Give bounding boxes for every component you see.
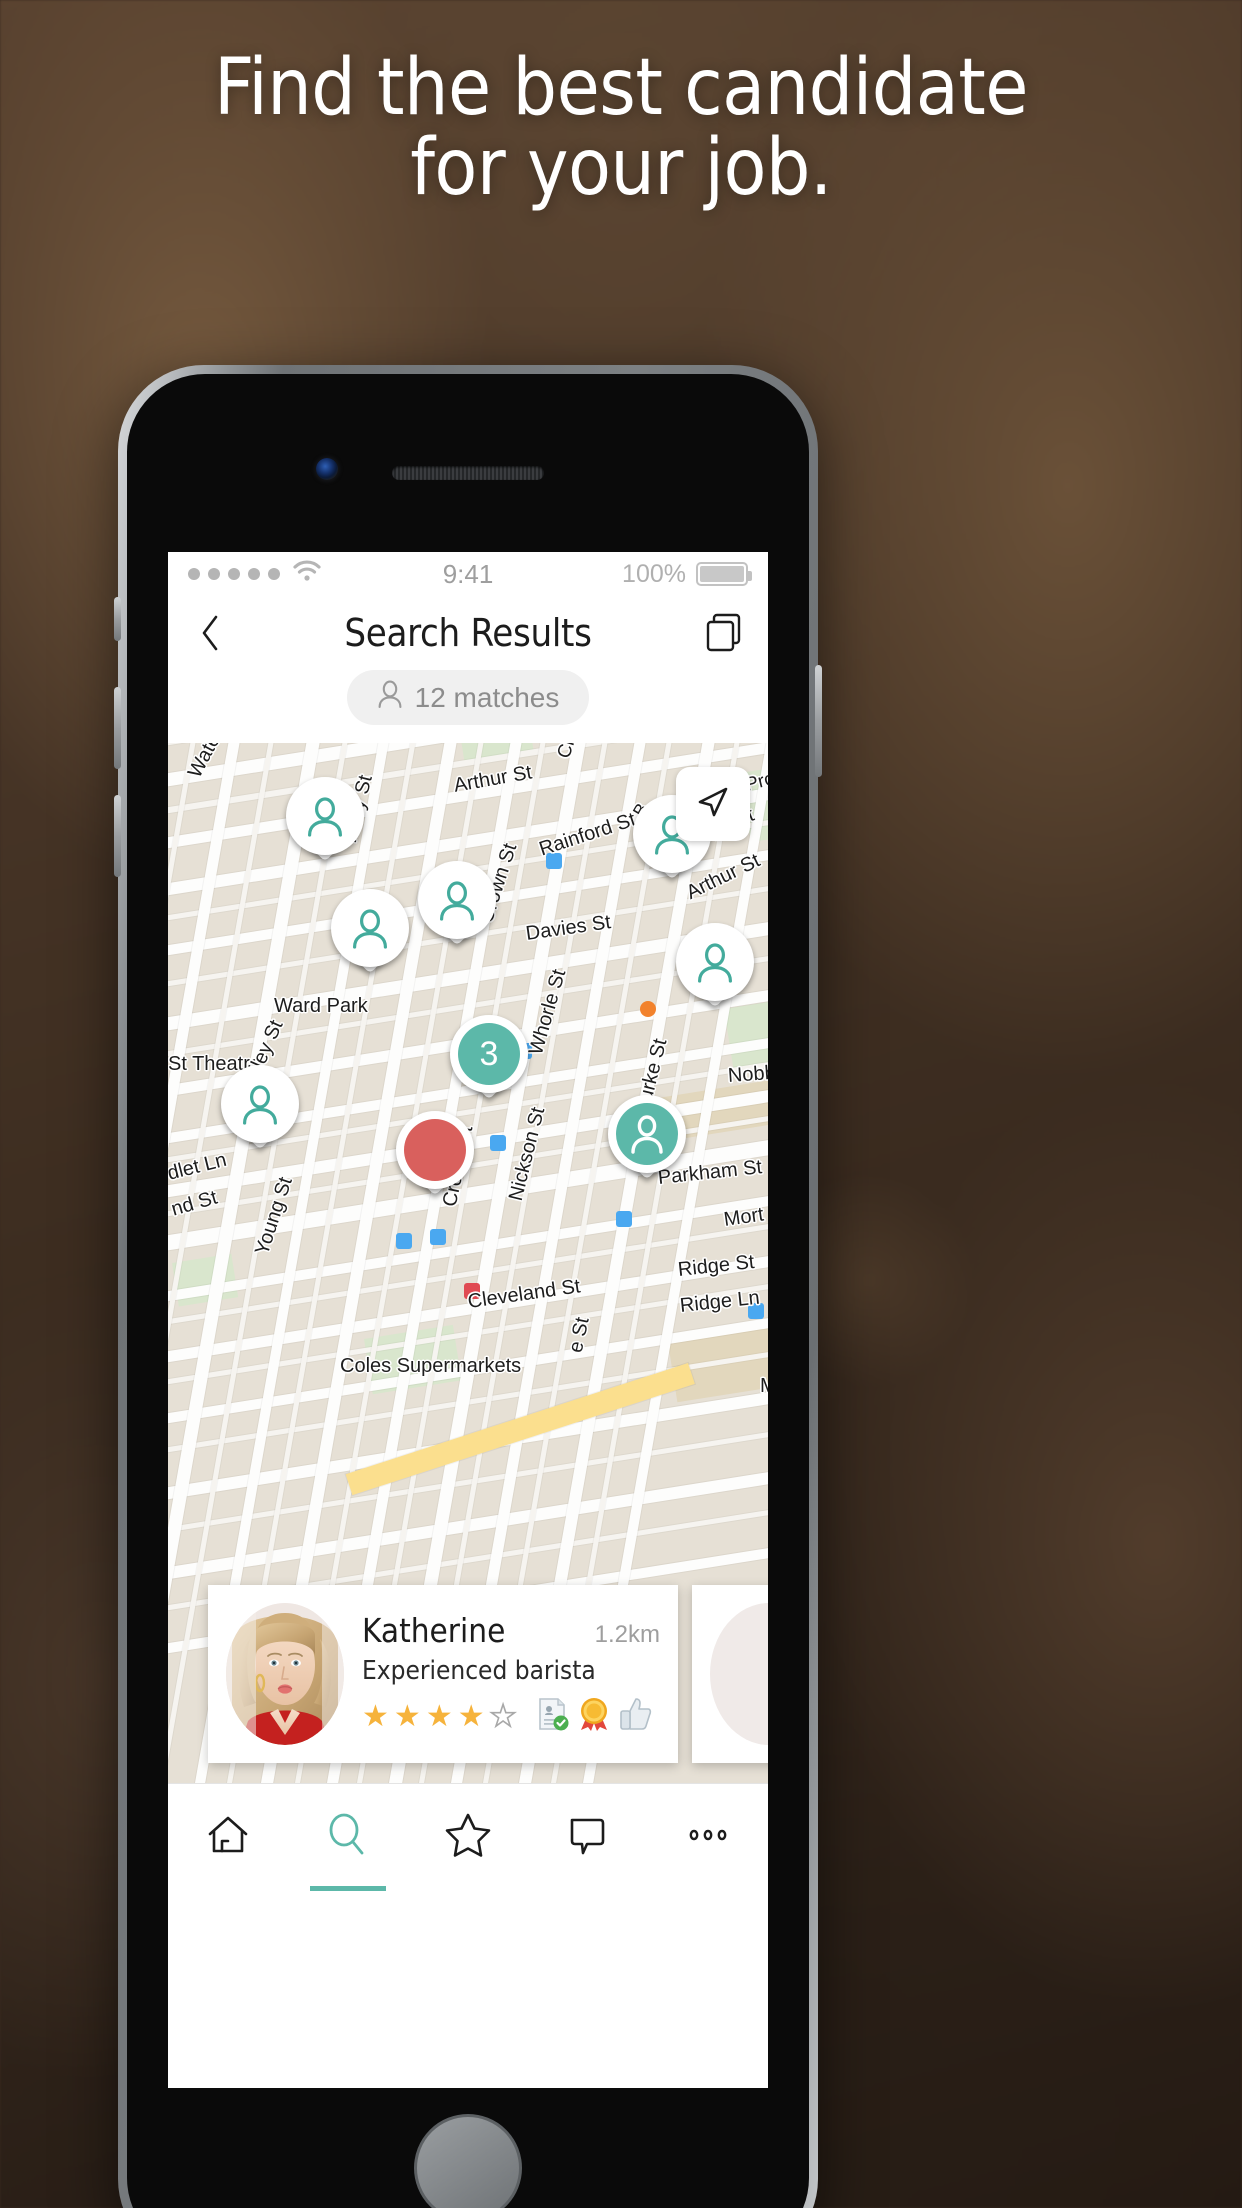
pin-bubble: [221, 1065, 299, 1143]
more-icon: [682, 1809, 734, 1866]
power-button[interactable]: [815, 665, 822, 777]
map-street-label: Nobbs: [727, 1060, 768, 1087]
tab-search[interactable]: [288, 1784, 408, 1891]
candidate-card-next[interactable]: [692, 1585, 768, 1763]
map-pin-selected[interactable]: [608, 1095, 686, 1187]
map-poi-marker[interactable]: [616, 1211, 632, 1227]
candidate-name: Katherine: [362, 1611, 506, 1650]
candidate-rating-row: ★ ★ ★ ★ ★: [362, 1696, 660, 1737]
pin-bubble: [418, 861, 496, 939]
page-title: Search Results: [344, 611, 592, 655]
silent-switch[interactable]: [114, 597, 121, 641]
matches-count-label: 12 matches: [414, 681, 560, 713]
avatar: [226, 1603, 344, 1745]
pin-bubble: [608, 1095, 686, 1173]
search-icon: [322, 1809, 374, 1866]
map-street-label: Ward Park: [274, 995, 368, 1017]
navigation-arrow-icon: [691, 780, 735, 829]
chat-icon: [562, 1809, 614, 1866]
person-icon: [377, 679, 403, 716]
headline-line-1: Find the best candidate: [214, 43, 1028, 133]
job-location-dot: [404, 1119, 466, 1181]
avatar: [710, 1603, 768, 1745]
promo-headline: Find the best candidate for your job.: [0, 48, 1242, 209]
tab-more[interactable]: [648, 1784, 768, 1891]
home-button[interactable]: [414, 2114, 522, 2208]
map-pin-candidate[interactable]: [676, 923, 754, 1015]
map-pin-cluster[interactable]: 3: [450, 1015, 528, 1107]
matches-row: 12 matches: [168, 670, 768, 743]
map-poi-marker[interactable]: [396, 1233, 412, 1249]
rating-star-empty: ★: [489, 1699, 518, 1733]
map-poi-marker[interactable]: [490, 1135, 506, 1151]
phone-device-frame: 9:41 100% Search Results 12 matches Wate…: [114, 365, 822, 2208]
rating-star: ★: [393, 1699, 421, 1733]
map-poi-marker[interactable]: [430, 1229, 446, 1245]
pin-bubble: [286, 777, 364, 855]
phone-bezel: 9:41 100% Search Results 12 matches Wate…: [127, 374, 809, 2208]
rating-star: ★: [457, 1699, 485, 1733]
map-pin-candidate[interactable]: [331, 889, 409, 981]
status-bar: 9:41 100%: [168, 552, 768, 596]
pin-bubble: [676, 923, 754, 1001]
candidate-role: Experienced barista: [362, 1656, 596, 1686]
map-pin-candidate[interactable]: [286, 777, 364, 869]
map-pin-job-location[interactable]: [396, 1111, 474, 1203]
headline-line-2: for your job.: [410, 123, 832, 214]
cluster-count: 3: [458, 1023, 520, 1085]
map-view[interactable]: WaterloArthur StCroProRiley StRainford S…: [168, 743, 768, 1783]
volume-up-button[interactable]: [114, 687, 121, 769]
candidate-carousel[interactable]: Katherine 1.2km Experienced barista ★ ★ …: [168, 1585, 768, 1763]
candidate-distance: 1.2km: [594, 1621, 660, 1648]
active-tab-indicator: [310, 1886, 386, 1891]
candidate-badges: [536, 1696, 652, 1737]
home-icon: [202, 1809, 254, 1866]
tab-favorites[interactable]: [408, 1784, 528, 1891]
map-pin-candidate[interactable]: [221, 1065, 299, 1157]
pin-bubble: [331, 889, 409, 967]
tab-home[interactable]: [168, 1784, 288, 1891]
map-street-label: M: [760, 1375, 768, 1398]
rating-star: ★: [425, 1699, 453, 1733]
battery-icon: [696, 562, 752, 586]
candidate-header: Katherine 1.2km: [362, 1611, 660, 1650]
selected-pin-body: [616, 1103, 678, 1165]
thumbs-up-icon: [618, 1696, 652, 1737]
map-poi-marker[interactable]: [640, 1001, 656, 1017]
tab-messages[interactable]: [528, 1784, 648, 1891]
award-ribbon-icon: [577, 1696, 611, 1737]
verified-document-icon: [536, 1696, 570, 1737]
candidate-card[interactable]: Katherine 1.2km Experienced barista ★ ★ …: [208, 1585, 678, 1763]
pin-bubble: [396, 1111, 474, 1189]
volume-down-button[interactable]: [114, 795, 121, 877]
matches-badge[interactable]: 12 matches: [346, 670, 590, 725]
status-bar-time: 9:41: [442, 558, 494, 589]
map-pin-candidate[interactable]: [418, 861, 496, 953]
front-camera-icon: [316, 458, 338, 480]
navigation-bar: Search Results: [168, 596, 768, 670]
candidate-info: Katherine 1.2km Experienced barista ★ ★ …: [362, 1611, 660, 1737]
star-icon: [442, 1809, 494, 1866]
rating-star: ★: [362, 1699, 389, 1733]
earpiece-speaker: [392, 466, 544, 480]
map-street-label: Coles Supermarkets: [340, 1355, 522, 1377]
pin-bubble: 3: [450, 1015, 528, 1093]
bottom-tab-bar: [168, 1783, 768, 1891]
locate-me-button[interactable]: [676, 767, 750, 841]
phone-screen: 9:41 100% Search Results 12 matches Wate…: [168, 552, 768, 2088]
